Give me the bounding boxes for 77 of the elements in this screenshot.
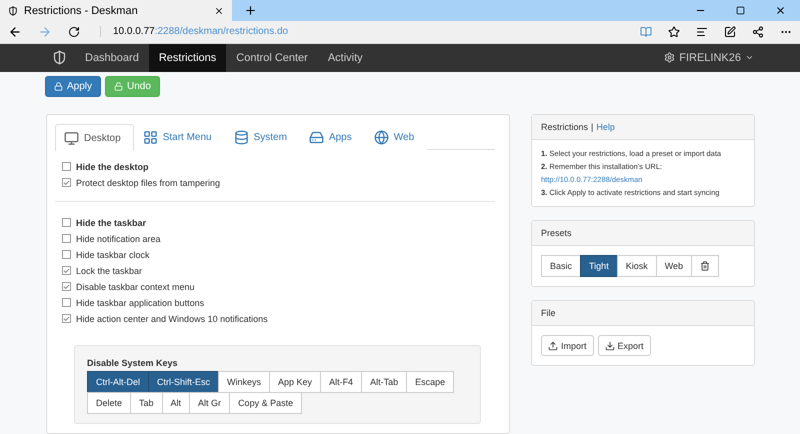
checkbox[interactable] xyxy=(62,178,71,187)
checkbox[interactable] xyxy=(62,298,71,307)
tab-title: Restrictions - Deskman xyxy=(24,4,139,16)
checkbox[interactable] xyxy=(62,266,71,275)
card-title: File xyxy=(541,308,556,318)
key-toggle[interactable]: Ctrl-Alt-Del xyxy=(87,371,149,393)
delete-button[interactable] xyxy=(691,255,720,277)
option-label: Lock the taskbar xyxy=(76,266,142,276)
key-toggle[interactable]: Alt xyxy=(162,392,190,414)
key-toggle[interactable]: Tab xyxy=(130,392,163,414)
key-toggle[interactable]: Escape xyxy=(406,371,454,393)
download-icon xyxy=(604,340,615,350)
key-toggle[interactable]: Alt-Tab xyxy=(361,371,408,393)
nav-link[interactable]: Control Center xyxy=(226,44,318,72)
export-button[interactable]: Export xyxy=(598,335,651,356)
nav-link[interactable]: Activity xyxy=(318,44,373,72)
option-label: Hide the desktop xyxy=(76,162,149,172)
preset-button[interactable]: Kiosk xyxy=(616,255,657,277)
grid-icon xyxy=(142,130,158,145)
section-title: Disable System Keys xyxy=(87,358,179,368)
unlock-icon xyxy=(114,82,124,91)
key-toggle[interactable]: Alt Gr xyxy=(189,392,230,414)
preset-button[interactable]: Tight xyxy=(580,255,618,277)
option-label: Protect desktop files from tampering xyxy=(76,178,220,188)
refresh-icon[interactable] xyxy=(68,26,80,38)
preset-button[interactable]: Basic xyxy=(541,255,582,277)
apply-button[interactable]: Apply xyxy=(45,76,102,97)
preset-button[interactable]: Web xyxy=(656,255,692,277)
database-icon xyxy=(234,130,249,145)
checkbox[interactable] xyxy=(62,282,71,291)
option-label: Hide taskbar clock xyxy=(76,250,150,260)
book-icon[interactable] xyxy=(640,26,652,38)
option-label: Hide action center and Windows 10 notifications xyxy=(76,314,268,324)
lines-icon[interactable] xyxy=(696,26,708,38)
close-icon[interactable] xyxy=(214,6,224,16)
pen-icon[interactable] xyxy=(724,26,736,38)
card-title: Presets xyxy=(541,228,572,238)
star-icon[interactable] xyxy=(668,26,680,38)
checkbox[interactable] xyxy=(62,250,71,259)
nav-link[interactable]: Dashboard xyxy=(75,44,149,72)
tab[interactable]: Desktop xyxy=(55,124,134,151)
key-toggle[interactable]: Delete xyxy=(87,392,132,414)
user-menu[interactable]: FIRELINK26 xyxy=(664,44,754,72)
close-icon[interactable] xyxy=(775,5,786,16)
option-label: Hide the taskbar xyxy=(76,218,146,228)
shield-icon xyxy=(8,6,18,16)
globe-icon xyxy=(374,130,389,145)
shield-logo-icon[interactable] xyxy=(52,50,67,66)
option-label: Hide taskbar application buttons xyxy=(76,298,204,308)
checkbox[interactable] xyxy=(62,234,71,243)
checkbox[interactable] xyxy=(62,314,71,323)
drive-icon xyxy=(308,130,324,145)
browser-tab[interactable]: Restrictions - Deskman xyxy=(0,0,232,21)
card-title: Restrictions xyxy=(541,122,588,132)
option-label: Hide notification area xyxy=(76,234,161,244)
key-toggle[interactable]: Winkeys xyxy=(218,371,270,393)
back-icon[interactable] xyxy=(8,24,22,39)
checkbox[interactable] xyxy=(62,162,71,171)
tab[interactable]: Start Menu xyxy=(134,124,225,150)
gear-icon xyxy=(664,52,676,64)
help-link[interactable]: Help xyxy=(596,122,615,132)
key-toggle[interactable]: Copy & Paste xyxy=(229,392,302,414)
trash-icon xyxy=(700,261,710,271)
monitor-icon xyxy=(64,130,79,146)
import-button[interactable]: Import xyxy=(541,335,594,356)
maximize-icon[interactable] xyxy=(736,6,745,15)
share-icon[interactable] xyxy=(752,26,764,38)
key-toggle[interactable]: Alt-F4 xyxy=(320,371,362,393)
key-toggle[interactable]: Ctrl-Shift-Esc xyxy=(148,371,220,393)
new-tab-icon[interactable] xyxy=(244,4,257,17)
lock-icon xyxy=(54,82,63,91)
nav-link[interactable]: Restrictions xyxy=(148,44,226,72)
key-toggle[interactable]: App Key xyxy=(269,371,322,393)
option-label: Disable taskbar context menu xyxy=(76,282,195,292)
checkbox[interactable] xyxy=(62,218,71,227)
separator: | xyxy=(591,122,594,132)
upload-icon xyxy=(548,340,558,350)
